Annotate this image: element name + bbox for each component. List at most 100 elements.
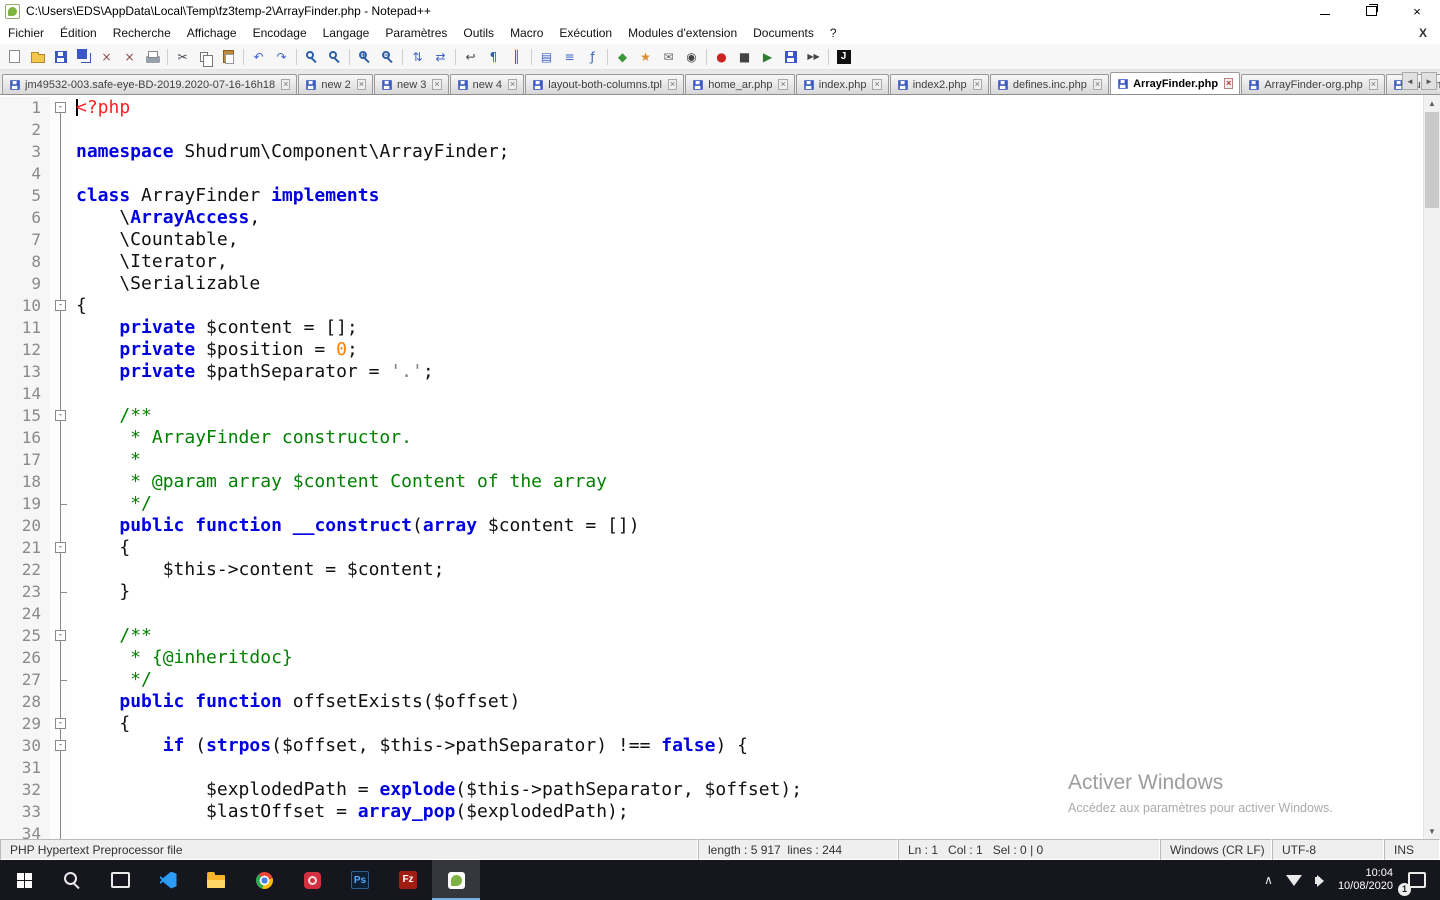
monitoring-eye-button[interactable]: ◉ xyxy=(680,46,703,68)
menu-item-langage[interactable]: Langage xyxy=(315,22,378,44)
code-line[interactable]: 32 $explodedPath = explode($this->pathSe… xyxy=(0,779,1423,801)
vertical-scrollbar[interactable]: ▲ ▼ xyxy=(1423,95,1440,839)
code-line[interactable]: 25- /** xyxy=(0,625,1423,647)
close-tab-icon[interactable]: × xyxy=(778,79,787,90)
editor[interactable]: 1-<?php23namespace Shudrum\Component\Arr… xyxy=(0,95,1440,839)
close-tab-icon[interactable]: × xyxy=(357,79,366,90)
menu-item-macro[interactable]: Macro xyxy=(502,22,551,44)
menu-item-encodage[interactable]: Encodage xyxy=(245,22,315,44)
zoom-in-button[interactable] xyxy=(353,46,376,68)
close-tab-icon[interactable]: × xyxy=(668,79,677,90)
sync-horizontal-button[interactable]: ⇄ xyxy=(429,46,452,68)
code-line[interactable]: 16 * ArrayFinder constructor. xyxy=(0,427,1423,449)
code-line[interactable]: 1-<?php xyxy=(0,97,1423,119)
tab-defines-inc-php[interactable]: defines.inc.php× xyxy=(990,74,1109,94)
status-eol-format[interactable]: Windows (CR LF) xyxy=(1160,839,1272,860)
word-wrap-button[interactable]: ↩ xyxy=(459,46,482,68)
menu-item-recherche[interactable]: Recherche xyxy=(105,22,179,44)
sync-vertical-button[interactable]: ⇅ xyxy=(406,46,429,68)
fold-toggle-icon[interactable]: - xyxy=(55,542,66,553)
status-encoding[interactable]: UTF-8 xyxy=(1272,839,1384,860)
code-line[interactable]: 15- /** xyxy=(0,405,1423,427)
red-app-button[interactable] xyxy=(288,860,336,900)
taskbar-clock[interactable]: 10:04 10/08/2020 xyxy=(1338,867,1393,893)
stop-macro-button[interactable]: ■ xyxy=(733,46,756,68)
menu-item-param-tres[interactable]: Paramètres xyxy=(377,22,455,44)
code-line[interactable]: 14 xyxy=(0,383,1423,405)
tab-index-php[interactable]: index.php× xyxy=(796,74,889,94)
task-view-button[interactable] xyxy=(96,860,144,900)
tab-jm49532-003-safe-eye-bd-2019-2020-07-16-16h18[interactable]: jm49532-003.safe-eye-BD-2019.2020-07-16-… xyxy=(2,74,297,94)
search-button[interactable] xyxy=(48,860,96,900)
fold-toggle-icon[interactable]: - xyxy=(55,410,66,421)
show-all-characters-button[interactable]: ¶ xyxy=(482,46,505,68)
menu-item-modules-d-extension[interactable]: Modules d'extension xyxy=(620,22,745,44)
menu-item-affichage[interactable]: Affichage xyxy=(179,22,245,44)
close-tab-icon[interactable]: × xyxy=(1093,79,1102,90)
code-line[interactable]: 30- if (strpos($offset, $this->pathSepar… xyxy=(0,735,1423,757)
menu-item-ex-cution[interactable]: Exécution xyxy=(551,22,620,44)
close-button[interactable]: × xyxy=(95,46,118,68)
menu-item-outils[interactable]: Outils xyxy=(455,22,502,44)
code-line[interactable]: 9 \Serializable xyxy=(0,273,1423,295)
tab-arrayfinder-org-php[interactable]: ArrayFinder-org.php× xyxy=(1241,74,1385,94)
code-line[interactable]: 7 \Countable, xyxy=(0,229,1423,251)
code-line[interactable]: 24 xyxy=(0,603,1423,625)
vscode-app-button[interactable] xyxy=(144,860,192,900)
code-line[interactable]: 13 private $pathSeparator = '.'; xyxy=(0,361,1423,383)
zoom-out-button[interactable] xyxy=(376,46,399,68)
code-line[interactable]: 18 * @param array $content Content of th… xyxy=(0,471,1423,493)
code-line[interactable]: 28 public function offsetExists($offset) xyxy=(0,691,1423,713)
tab-home-ar-php[interactable]: home_ar.php× xyxy=(685,74,794,94)
function-list-button[interactable]: ƒ xyxy=(581,46,604,68)
code-line[interactable]: 17 * xyxy=(0,449,1423,471)
fold-toggle-icon[interactable]: - xyxy=(55,718,66,729)
copy-button[interactable] xyxy=(194,46,217,68)
code-line[interactable]: 12 private $position = 0; xyxy=(0,339,1423,361)
fold-toggle-icon[interactable]: - xyxy=(55,300,66,311)
run-macro-multiple-button[interactable]: ▶▶ xyxy=(802,46,825,68)
scrollbar-up-button[interactable]: ▲ xyxy=(1424,95,1440,111)
plugin-mail-button[interactable]: ✉ xyxy=(657,46,680,68)
save-button[interactable] xyxy=(49,46,72,68)
tab-new-4[interactable]: new 4× xyxy=(450,74,525,94)
scrollbar-down-button[interactable]: ▼ xyxy=(1424,823,1440,839)
open-file-button[interactable] xyxy=(26,46,49,68)
code-line[interactable]: 6 \ArrayAccess, xyxy=(0,207,1423,229)
code-line[interactable]: 27 */ xyxy=(0,669,1423,691)
close-all-button[interactable]: × xyxy=(118,46,141,68)
volume-icon[interactable] xyxy=(1315,877,1320,884)
tab-layout-both-columns-tpl[interactable]: layout-both-columns.tpl× xyxy=(525,74,684,94)
doc-map-button[interactable]: ▤ xyxy=(535,46,558,68)
title-bar[interactable]: C:\Users\EDS\AppData\Local\Temp\fz3temp-… xyxy=(0,0,1440,22)
code-line[interactable]: 19 */ xyxy=(0,493,1423,515)
menu-item-documents[interactable]: Documents xyxy=(745,22,822,44)
code-line[interactable]: 23 } xyxy=(0,581,1423,603)
code-line[interactable]: 21- { xyxy=(0,537,1423,559)
plugin-compare-button[interactable]: ◆ xyxy=(611,46,634,68)
close-tab-icon[interactable]: × xyxy=(973,79,982,90)
tab-new-2[interactable]: new 2× xyxy=(298,74,373,94)
menu-item-fichier[interactable]: Fichier xyxy=(0,22,52,44)
code-line[interactable]: 29- { xyxy=(0,713,1423,735)
tab-new-3[interactable]: new 3× xyxy=(374,74,449,94)
tab-index2-php[interactable]: index2.php× xyxy=(890,74,989,94)
chrome-app-button[interactable] xyxy=(240,860,288,900)
code-line[interactable]: 22 $this->content = $content; xyxy=(0,559,1423,581)
code-line[interactable]: 5class ArrayFinder implements xyxy=(0,185,1423,207)
paste-button[interactable] xyxy=(217,46,240,68)
new-file-button[interactable] xyxy=(3,46,26,68)
code-line[interactable]: 31 xyxy=(0,757,1423,779)
code-line[interactable]: 26 * {@inheritdoc} xyxy=(0,647,1423,669)
notepadpp-app-button[interactable] xyxy=(432,860,480,900)
jstool-button[interactable]: J xyxy=(832,46,855,68)
play-macro-button[interactable]: ▶ xyxy=(756,46,779,68)
tab-scroll-left-button[interactable]: ◄ xyxy=(1402,72,1418,90)
action-center-button[interactable]: 1 xyxy=(1406,869,1428,891)
plugin-star-button[interactable]: ★ xyxy=(634,46,657,68)
undo-button[interactable]: ↶ xyxy=(247,46,270,68)
indent-guide-button[interactable]: ║ xyxy=(505,46,528,68)
close-tab-icon[interactable]: × xyxy=(281,79,290,90)
redo-button[interactable]: ↷ xyxy=(270,46,293,68)
fold-toggle-icon[interactable]: - xyxy=(55,102,66,113)
